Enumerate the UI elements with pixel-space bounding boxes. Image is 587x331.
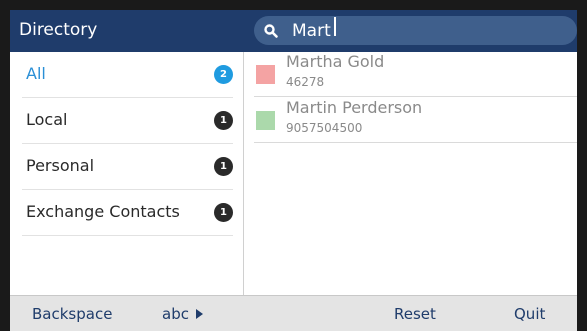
contact-number: 46278 — [286, 75, 325, 89]
backspace-softkey[interactable]: Backspace — [32, 296, 112, 331]
text-cursor — [334, 17, 336, 36]
directory-sidebar: All 2 Local 1 Personal 1 Exchange Contac… — [10, 52, 244, 295]
count-badge: 1 — [214, 157, 233, 176]
contact-color-swatch — [256, 111, 275, 130]
reset-softkey[interactable]: Reset — [394, 296, 436, 331]
list-item[interactable]: Martin Perderson 9057504500 — [254, 98, 577, 143]
softkey-bar: Backspace abc Reset Quit — [10, 295, 577, 331]
phone-screen: Directory All 2 Local 1 Personal 1 Excha… — [10, 10, 577, 331]
search-icon — [264, 24, 278, 38]
search-box[interactable] — [254, 16, 577, 45]
sidebar-item-all[interactable]: All 2 — [22, 52, 233, 98]
sidebar-item-local[interactable]: Local 1 — [22, 98, 233, 144]
quit-softkey[interactable]: Quit — [514, 296, 545, 331]
abc-softkey[interactable]: abc — [162, 296, 203, 331]
sidebar-item-label: Personal — [26, 156, 95, 175]
contact-name: Martha Gold — [286, 52, 385, 71]
sidebar-item-label: Exchange Contacts — [26, 202, 180, 221]
page-title: Directory — [19, 20, 98, 40]
sidebar-item-label: Local — [26, 110, 68, 129]
list-item[interactable]: Martha Gold 46278 — [254, 52, 577, 97]
contact-name: Martin Perderson — [286, 98, 423, 117]
search-input[interactable] — [292, 18, 562, 43]
triangle-right-icon — [195, 308, 203, 319]
contact-number: 9057504500 — [286, 121, 363, 135]
count-badge: 1 — [214, 203, 233, 222]
sidebar-item-exchange-contacts[interactable]: Exchange Contacts 1 — [22, 190, 233, 236]
count-badge: 2 — [214, 65, 233, 84]
search-results-list: Martha Gold 46278 Martin Perderson 90575… — [254, 52, 577, 295]
header-bar: Directory — [10, 10, 577, 52]
sidebar-item-personal[interactable]: Personal 1 — [22, 144, 233, 190]
abc-softkey-label: abc — [162, 305, 189, 323]
count-badge: 1 — [214, 111, 233, 130]
sidebar-item-label: All — [26, 64, 46, 83]
contact-color-swatch — [256, 65, 275, 84]
